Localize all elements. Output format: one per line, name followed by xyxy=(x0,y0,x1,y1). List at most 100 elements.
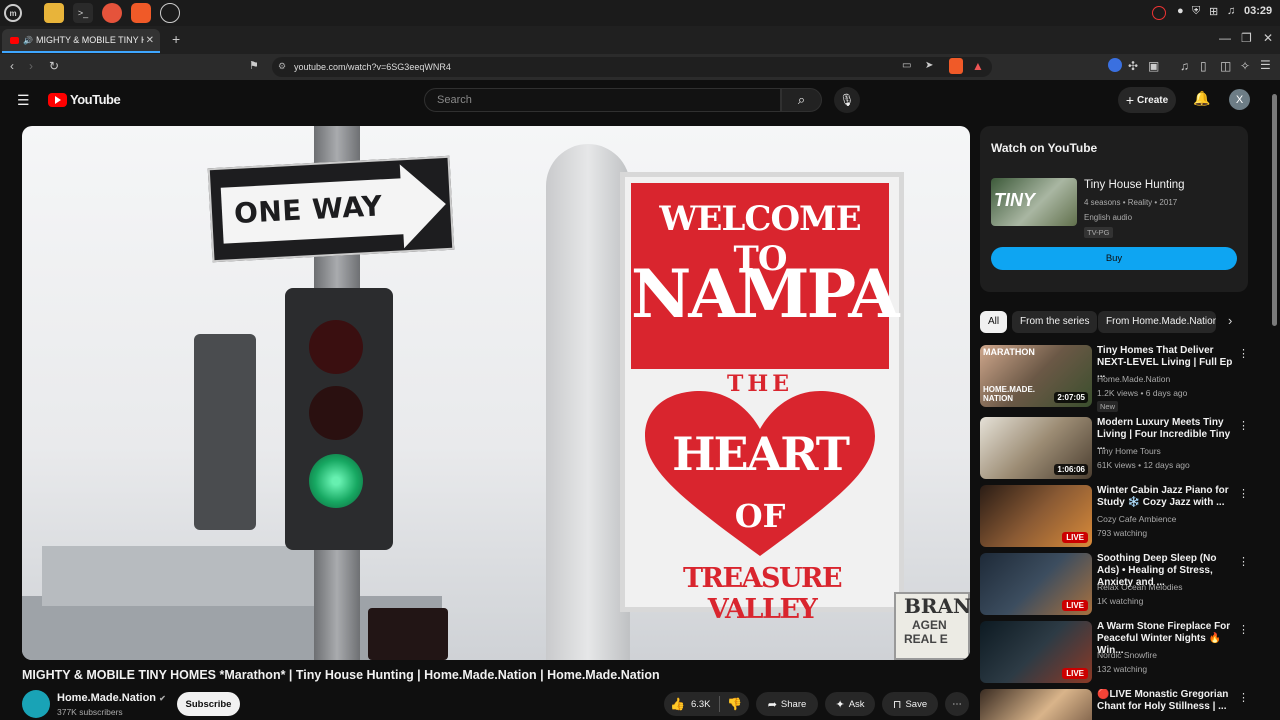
clock[interactable]: 03:29 xyxy=(1244,5,1272,17)
nampa-sign: WELCOME TO NAMPA THE HEART OF TREASURE V… xyxy=(620,172,904,625)
list-item[interactable]: 1:06:06 Modern Luxury Meets Tiny Living … xyxy=(980,417,1250,481)
buy-button[interactable]: Buy xyxy=(991,247,1237,270)
avatar[interactable]: X xyxy=(1229,89,1250,110)
firefox-icon[interactable] xyxy=(102,3,122,23)
chip-all[interactable]: All xyxy=(980,311,1008,333)
update-icon[interactable] xyxy=(1152,6,1166,20)
chevron-right-icon[interactable]: › xyxy=(1228,313,1232,328)
audio-icon[interactable]: ♫ xyxy=(1227,5,1235,17)
share-label: Share xyxy=(780,698,807,710)
show-audio: English audio xyxy=(1084,213,1133,222)
list-item[interactable]: LIVE Soothing Deep Sleep (No Ads) • Heal… xyxy=(980,553,1250,617)
toggle-icon[interactable]: ● xyxy=(1177,5,1184,17)
files-icon[interactable] xyxy=(44,3,64,23)
more-vert-icon[interactable]: ⋮ xyxy=(1238,691,1249,704)
share-icon: ➦ xyxy=(767,698,777,711)
plus-icon: + xyxy=(1125,92,1135,108)
more-vert-icon[interactable]: ⋮ xyxy=(1238,623,1249,636)
subscribe-button[interactable]: Subscribe xyxy=(177,692,240,716)
rec-title[interactable]: Winter Cabin Jazz Piano for Study ❄️ Coz… xyxy=(1097,485,1235,509)
brave-shields-icon[interactable] xyxy=(949,58,963,74)
menu-icon[interactable]: ☰ xyxy=(1260,58,1271,72)
wallet-icon[interactable]: ▣ xyxy=(1148,59,1159,73)
video-thumbnail[interactable] xyxy=(980,689,1092,720)
reload-icon[interactable]: ↻ xyxy=(49,59,59,73)
new-badge: New xyxy=(1097,401,1119,412)
sidebar-icon[interactable]: ▯ xyxy=(1200,59,1207,73)
rec-channel[interactable]: Relax Ocean Melodies xyxy=(1097,582,1183,592)
new-tab-button[interactable]: + xyxy=(172,31,180,47)
more-vert-icon[interactable]: ⋮ xyxy=(1238,487,1249,500)
chip-from-series[interactable]: From the series xyxy=(1012,311,1098,333)
search-input[interactable]: Search xyxy=(424,88,781,112)
bookmark-icon[interactable]: ⚑ xyxy=(249,59,259,72)
one-way-arrow-head xyxy=(399,162,449,249)
chip-from-channel[interactable]: From Home.Made.Nation xyxy=(1098,311,1216,333)
brave-rewards-icon[interactable]: ▲ xyxy=(972,59,984,73)
pedestrian-signal xyxy=(368,608,448,660)
close-window-icon[interactable]: ✕ xyxy=(1263,31,1273,45)
show-thumbnail[interactable]: TINY xyxy=(991,178,1077,226)
forward-icon[interactable]: › xyxy=(29,59,33,73)
wallet2-icon[interactable]: ◫ xyxy=(1220,59,1231,73)
extension-icon[interactable] xyxy=(1108,58,1122,72)
send-icon[interactable]: ➤ xyxy=(925,60,933,71)
rec-channel[interactable]: Tiny Home Tours xyxy=(1097,446,1161,456)
more-vert-icon[interactable]: ⋮ xyxy=(1238,555,1249,568)
ask-label: Ask xyxy=(848,698,865,710)
browser-tab-active[interactable]: 🔊 MIGHTY & MOBILE TINY H... ✕ xyxy=(2,29,160,53)
more-vert-icon[interactable]: ⋮ xyxy=(1238,347,1249,360)
cast-icon[interactable]: ▭ xyxy=(902,60,911,71)
network-icon[interactable]: ⊞ xyxy=(1209,5,1218,18)
channel-name[interactable]: Home.Made.Nation ✔ xyxy=(57,692,166,704)
rec-channel[interactable]: Home.Made.Nation xyxy=(1097,374,1170,384)
video-thumbnail[interactable]: LIVE xyxy=(980,621,1092,683)
rec-channel[interactable]: Nordic Snowfire xyxy=(1097,650,1157,660)
rec-title[interactable]: 🔴LIVE Monastic Gregorian Chant for Holy … xyxy=(1097,689,1235,713)
list-item[interactable]: MARATHON HOME.MADE. NATION 2:07:05 Tiny … xyxy=(980,345,1250,412)
puzzle-icon[interactable]: ✣ xyxy=(1128,59,1138,73)
url-bar[interactable]: ⚙ youtube.com/watch?v=6SG3eeqWNR4 xyxy=(272,57,992,77)
hamburger-menu-icon[interactable]: ☰ xyxy=(17,92,30,109)
video-player[interactable]: ONE WAY WELCOME TO NAMPA THE HEART OF TR… xyxy=(22,126,970,660)
like-count[interactable]: 6.3K xyxy=(691,699,711,710)
more-actions-button[interactable]: ⋯ xyxy=(945,692,969,716)
dislike-icon[interactable]: 👎 xyxy=(727,697,742,711)
chrome-icon[interactable] xyxy=(160,3,180,23)
voice-search-icon[interactable]: 🎙 xyxy=(834,87,860,113)
minimize-icon[interactable]: — xyxy=(1219,31,1231,45)
rec-channel[interactable]: Cozy Cafe Ambience xyxy=(1097,514,1176,524)
notifications-bell-icon[interactable]: 🔔 xyxy=(1193,90,1210,107)
youtube-logo[interactable]: YouTube xyxy=(48,92,121,107)
search-button[interactable]: ⌕ xyxy=(781,88,822,112)
ask-button[interactable]: ✦ Ask xyxy=(825,692,875,716)
create-button[interactable]: + Create xyxy=(1118,87,1176,113)
video-thumbnail[interactable]: 1:06:06 xyxy=(980,417,1092,479)
mint-menu-icon[interactable]: m xyxy=(4,4,22,22)
terminal-icon[interactable]: >_ xyxy=(73,3,93,23)
sign-valley-text: TREASURE VALLEY xyxy=(682,563,843,625)
shield-tray-icon[interactable]: ⛨ xyxy=(1192,5,1200,18)
brave-icon[interactable] xyxy=(131,3,151,23)
save-button[interactable]: ⊓ Save xyxy=(882,692,938,716)
maximize-icon[interactable]: ❐ xyxy=(1241,31,1252,45)
like-icon[interactable]: 👍 xyxy=(670,697,685,711)
list-item[interactable]: LIVE A Warm Stone Fireplace For Peaceful… xyxy=(980,621,1250,685)
list-item[interactable]: LIVE Winter Cabin Jazz Piano for Study ❄… xyxy=(980,485,1250,549)
show-title[interactable]: Tiny House Hunting xyxy=(1084,179,1185,191)
brand-sign-line-2: AGEN xyxy=(912,618,947,632)
close-tab-icon[interactable]: ✕ xyxy=(146,35,154,46)
leo-icon[interactable]: ✧ xyxy=(1240,59,1250,73)
site-info-icon[interactable]: ⚙ xyxy=(278,61,286,72)
video-thumbnail[interactable]: LIVE xyxy=(980,485,1092,547)
share-button[interactable]: ➦ Share xyxy=(756,692,818,716)
video-thumbnail[interactable]: LIVE xyxy=(980,553,1092,615)
channel-avatar[interactable] xyxy=(22,690,50,718)
more-vert-icon[interactable]: ⋮ xyxy=(1238,419,1249,432)
media-icon[interactable]: ♫ xyxy=(1180,59,1189,73)
page-scrollbar[interactable] xyxy=(1272,94,1277,326)
back-icon[interactable]: ‹ xyxy=(10,59,14,73)
video-thumbnail[interactable]: MARATHON HOME.MADE. NATION 2:07:05 xyxy=(980,345,1092,407)
building-upper xyxy=(42,546,332,606)
list-item[interactable]: 🔴LIVE Monastic Gregorian Chant for Holy … xyxy=(980,689,1250,720)
